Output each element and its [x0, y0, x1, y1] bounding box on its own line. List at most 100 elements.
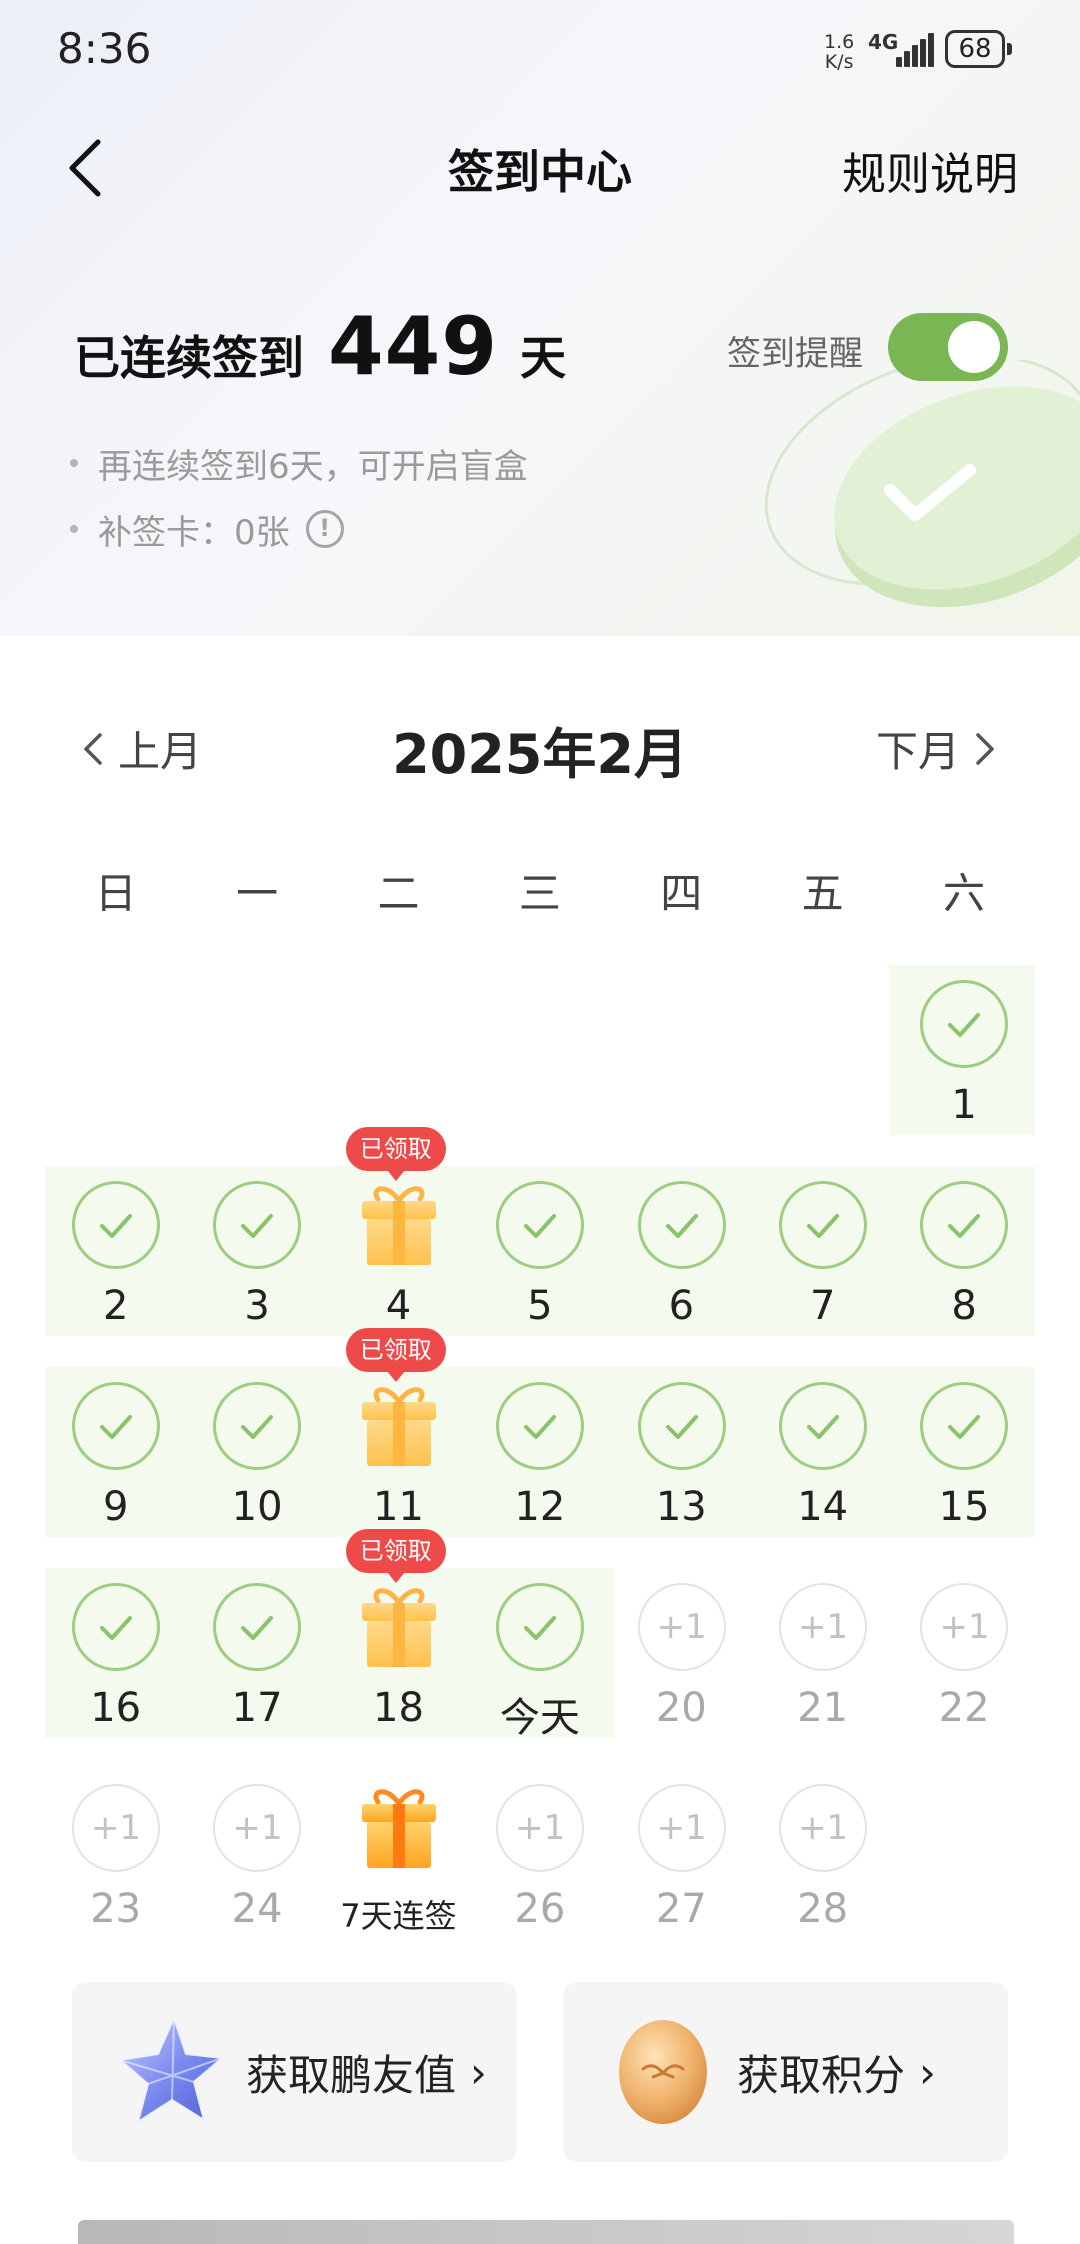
day-number: 11: [373, 1484, 424, 1530]
check-icon: [920, 1181, 1009, 1269]
day-number: 23: [90, 1886, 142, 1932]
calendar-day[interactable]: 已领取 4: [328, 1127, 469, 1341]
calendar-day[interactable]: 今天: [469, 1573, 610, 1743]
day-number: 26: [514, 1886, 566, 1932]
calendar-day[interactable]: 13: [611, 1372, 752, 1542]
calendar-day: +1 26: [469, 1774, 610, 1944]
get-points-card[interactable]: 获取积分 ›: [563, 1982, 1008, 2162]
future-points-circle: +1: [920, 1583, 1009, 1671]
calendar-day[interactable]: 14: [752, 1372, 893, 1542]
calendar-day[interactable]: 2: [45, 1171, 186, 1341]
bullet-dot: [70, 459, 78, 467]
calendar-day[interactable]: 10: [186, 1372, 327, 1542]
calendar-day[interactable]: 17: [186, 1573, 327, 1743]
calendar-day[interactable]: 6: [611, 1171, 752, 1341]
calendar-day[interactable]: 3: [186, 1171, 327, 1341]
day-number: 17: [231, 1685, 283, 1731]
calendar-day: +1 22: [893, 1573, 1034, 1743]
bottom-banner: [78, 2220, 1014, 2244]
calendar-day: +1 20: [611, 1573, 752, 1743]
day-number: 16: [90, 1685, 142, 1731]
weekday-label: 三: [518, 869, 561, 918]
check-icon: [213, 1382, 302, 1470]
weekday-label: 一: [236, 869, 279, 918]
calendar-day[interactable]: 已领取 18: [328, 1529, 469, 1743]
day-number: 6: [668, 1283, 695, 1329]
day-number: 3: [244, 1283, 270, 1329]
calendar-day[interactable]: 7: [752, 1171, 893, 1341]
day-number: 7: [809, 1283, 836, 1329]
card-label: 获取鹏友值: [246, 2050, 457, 2100]
claimed-badge: 已领取: [345, 1529, 446, 1583]
day-number: 18: [373, 1685, 424, 1731]
check-icon: [72, 1583, 160, 1671]
day-number: 15: [938, 1484, 990, 1530]
chevron-left-icon: [69, 139, 101, 197]
calendar-day[interactable]: 15: [893, 1372, 1034, 1542]
calendar-day[interactable]: 16: [45, 1573, 186, 1743]
tip-blind-box: 再连续签到6天，可开启盲盒: [70, 430, 528, 496]
check-icon: [72, 1382, 160, 1470]
day-number: 8: [951, 1283, 977, 1329]
streak-label: 已连续签到: [74, 331, 304, 385]
info-icon[interactable]: !: [305, 510, 344, 548]
weekday-label: 五: [801, 869, 844, 918]
claimed-badge: 已领取: [345, 1127, 446, 1181]
check-icon: [496, 1382, 585, 1470]
streak-unit: 天: [520, 331, 566, 385]
toggle-knob: [948, 321, 1000, 373]
day-number: 20: [655, 1685, 707, 1731]
check-icon: [920, 980, 1009, 1068]
calendar-day: +1 23: [45, 1774, 186, 1944]
day-number: 9: [102, 1484, 129, 1530]
network-type: 4G: [868, 30, 899, 54]
status-bar: 8:36 1.6 K/s 4G 68: [0, 0, 1080, 100]
network-speed: 1.6 K/s: [824, 31, 855, 73]
future-points-circle: +1: [213, 1784, 302, 1872]
tip-makeup-card: 补签卡：0张 !: [70, 496, 528, 562]
reminder-label: 签到提醒: [727, 334, 863, 374]
calendar-day: 7天连签: [328, 1774, 469, 1944]
next-month-button[interactable]: 下月: [876, 718, 998, 779]
get-friend-points-card[interactable]: 获取鹏友值 ›: [72, 1982, 517, 2162]
day-number: 10: [231, 1484, 283, 1530]
day-number: 28: [797, 1886, 849, 1932]
chevron-right-icon: ›: [919, 2047, 936, 2097]
calendar-day[interactable]: 5: [469, 1171, 610, 1341]
status-time: 8:36: [57, 24, 152, 73]
reminder-toggle[interactable]: [888, 313, 1008, 381]
card-label: 获取积分: [737, 2050, 906, 2100]
weekday-label: 日: [94, 869, 137, 918]
crystal-star-icon: [117, 2015, 225, 2125]
calendar-day[interactable]: 1: [893, 970, 1034, 1140]
gold-coin-icon: [619, 2020, 707, 2124]
day-number: 27: [655, 1886, 707, 1932]
day-number: 4: [385, 1283, 412, 1329]
gift-box-icon: [361, 1789, 436, 1868]
day-number: 1: [951, 1082, 977, 1128]
battery-icon: 68: [945, 30, 1012, 68]
streak-count: 449: [328, 300, 498, 393]
day-number: 7天连签: [340, 1897, 457, 1935]
calendar-day[interactable]: 9: [45, 1372, 186, 1542]
weekday-label: 四: [660, 869, 703, 918]
check-icon: [496, 1181, 585, 1269]
back-button[interactable]: [62, 138, 110, 198]
month-navigation: 上月 2025年2月 下月: [0, 700, 1080, 790]
day-number: 12: [514, 1484, 566, 1530]
future-points-circle: +1: [637, 1583, 726, 1671]
weekday-label: 六: [943, 869, 986, 918]
check-icon: [637, 1382, 726, 1470]
calendar-day[interactable]: 已领取 11: [328, 1328, 469, 1542]
gift-box-icon: [361, 1588, 436, 1667]
calendar-day[interactable]: 12: [469, 1372, 610, 1542]
chevron-left-icon: [84, 732, 102, 765]
calendar-day[interactable]: 8: [893, 1171, 1034, 1341]
prev-month-button[interactable]: 上月: [80, 718, 202, 779]
day-number: 2: [102, 1283, 129, 1329]
claimed-badge: 已领取: [345, 1328, 446, 1382]
rules-link[interactable]: 规则说明: [842, 138, 1018, 202]
signal-icon: [896, 33, 936, 67]
check-icon: [920, 1382, 1009, 1470]
bullet-dot: [70, 525, 78, 533]
